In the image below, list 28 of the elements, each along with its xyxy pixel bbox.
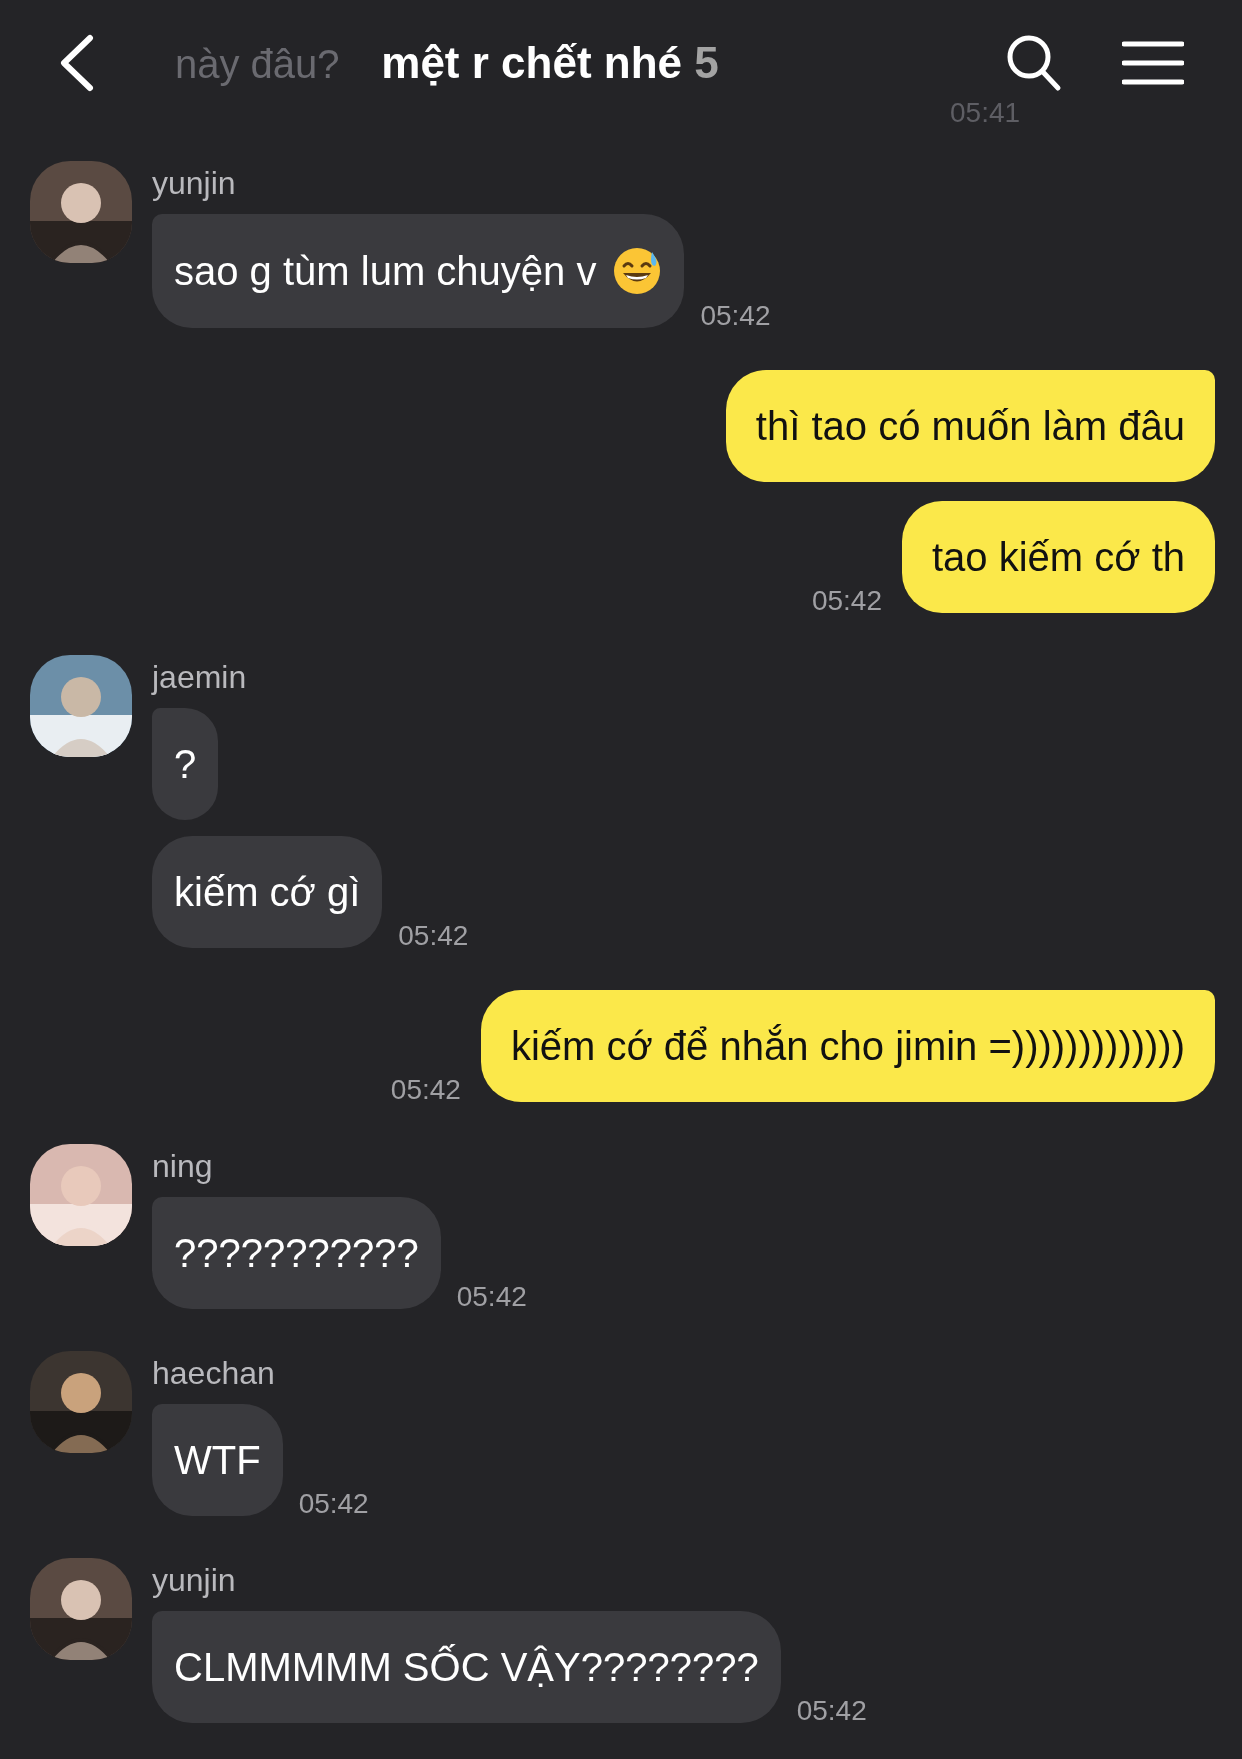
sender-name: yunjin [152,164,236,203]
timestamp: 05:42 [811,587,882,615]
search-icon[interactable] [1006,33,1062,92]
timestamp: 05:42 [390,1076,461,1104]
sender-name: ning [152,1147,213,1186]
menu-icon[interactable] [1122,39,1184,86]
message-bubble: kiếm cớ để nhắn cho jimin =))))))))))))) [480,990,1215,1102]
message-bubble: WTF [152,1404,283,1516]
message-bubble: thì tao có muốn làm đâu [725,370,1215,482]
timestamp: 05:42 [700,302,771,330]
chat-title: mệt r chết nhé 5 [381,37,719,89]
sender-name: jaemin [152,658,247,697]
timestamp: 05:42 [298,1490,369,1518]
message-bubble: tao kiếm cớ th [902,501,1215,613]
sender-name: yunjin [152,1561,236,1600]
sender-name: haechan [152,1354,275,1393]
message-bubble: CLMMMMM SỐC VẬY???????? [152,1611,781,1723]
message-text: này đâu? [175,41,340,88]
timestamp: 05:42 [456,1283,527,1311]
message-bubble: ??????????? [152,1197,441,1309]
message-bubble: ? [152,708,219,820]
timestamp: 05:41 [950,96,1021,130]
back-icon[interactable] [58,33,94,92]
timestamp: 05:42 [796,1697,867,1725]
message-bubble: sao g tùm lum chuyện v [152,214,685,328]
timestamp: 05:42 [398,922,469,950]
sweat-smile-emoji-icon [612,246,663,296]
message-bubble: kiếm cớ gì [152,836,383,948]
